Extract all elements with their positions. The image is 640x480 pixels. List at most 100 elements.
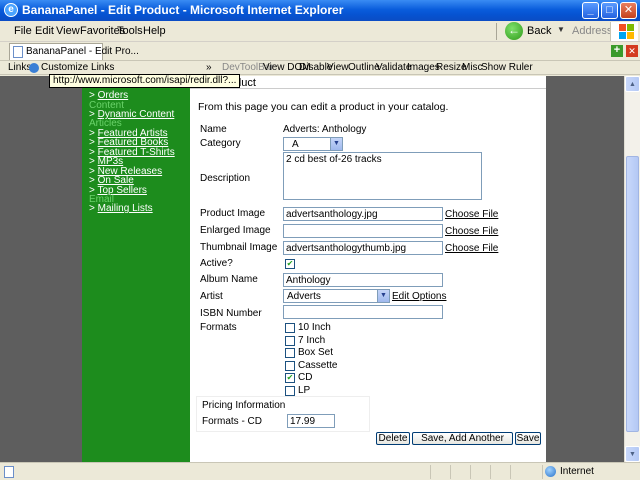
status-cell [450,465,468,479]
format-label: Box Set [298,347,334,358]
close-tab-button[interactable]: ✕ [626,45,638,57]
back-arrow-icon: ← [505,22,523,40]
devtoolbar-images[interactable]: Images [407,62,440,73]
category-select[interactable]: A ▼ [283,137,343,151]
page-icon [13,46,23,58]
pricing-title: Pricing Information [202,400,286,411]
format-label: LP [298,384,311,396]
devtoolbar-show-ruler[interactable]: Show Ruler [481,62,533,73]
category-selected: A [292,139,299,150]
format-label: 10 Inch [298,322,331,333]
enlarged-image-input[interactable] [283,224,443,238]
back-label: Back [527,25,552,37]
maximize-button[interactable]: □ [601,2,618,19]
thumbnail-image-choose-file[interactable]: Choose File [445,243,498,254]
devtoolbar-outline[interactable]: Outline [348,62,380,73]
customize-links-icon [29,63,39,73]
artist-selected: Adverts [287,291,321,302]
category-label: Category [200,138,241,149]
back-dropdown-icon[interactable]: ▼ [557,25,565,34]
active-checkbox[interactable]: ✔ [285,259,295,269]
title-bar: e BananaPanel - Edit Product - Microsoft… [0,0,640,21]
menu-view[interactable]: View [56,25,80,37]
sidebar-item[interactable]: > Mailing Lists [89,203,153,214]
format-checkbox[interactable] [285,385,295,396]
delete-button[interactable]: Delete [376,432,410,445]
ie-logo-icon: e [4,3,18,17]
enlarged-image-choose-file[interactable]: Choose File [445,226,498,237]
artist-label: Artist [200,291,223,302]
thumbnail-image-input[interactable] [283,241,443,255]
page-icon [4,466,14,478]
menu-edit[interactable]: Edit [35,25,54,37]
name-label: Name [200,124,227,135]
sidebar-link[interactable]: Mailing Lists [98,203,153,214]
product-image-label: Product Image [200,208,266,219]
product-image-input[interactable] [283,207,443,221]
edit-options-link[interactable]: Edit Options [392,291,446,302]
pricing-cd-input[interactable] [287,414,335,428]
status-cell [490,465,508,479]
admin-sidebar: > Categories> OrdersContent> Dynamic Con… [82,76,190,462]
customize-links[interactable]: Customize Links [41,62,114,73]
format-label: Cassette [298,359,338,371]
enlarged-image-label: Enlarged Image [200,225,271,236]
save-add-another-button[interactable]: Save, Add Another [412,432,513,445]
links-label: Links [8,62,32,73]
pricing-cd-label: Formats - CD [202,416,262,427]
back-button[interactable]: ← Back ▼ [505,22,565,41]
formats-label: Formats [200,322,237,333]
product-image-choose-file[interactable]: Choose File [445,209,498,220]
menu-file[interactable]: File [14,25,32,37]
format-checkbox[interactable] [285,323,295,333]
menu-help[interactable]: Help [143,25,166,37]
save-button[interactable]: Save [515,432,541,445]
album-name-input[interactable] [283,273,443,287]
pricing-box: Pricing Information Formats - CD [196,396,370,432]
artist-select[interactable]: Adverts ▼ [283,289,390,303]
thumbnail-image-label: Thumbnail Image [200,242,278,253]
format-checkbox[interactable] [285,348,295,358]
name-value: Adverts: Anthology [283,124,367,135]
menu-separator [496,23,497,40]
scroll-down-icon[interactable]: ▼ [625,446,640,462]
isbn-label: ISBN Number [200,308,262,319]
isbn-input[interactable] [283,305,443,319]
status-cell [510,465,540,479]
tab-edit-product[interactable]: BananaPanel - Edit Pro... [9,43,139,60]
format-checkbox[interactable] [285,360,295,371]
intro-text: From this page you can edit a product in… [198,101,449,113]
menu-bar: File Edit View Favorites Tools Help ← Ba… [0,21,640,42]
links-toolbar: Links Customize Links » DevToolBar View … [0,61,640,75]
globe-icon [545,466,556,477]
status-cell [430,465,448,479]
status-cell [470,465,488,479]
scroll-up-icon[interactable]: ▲ [625,76,640,92]
chevron-down-icon: ▼ [377,290,389,302]
toolbar-chevron[interactable]: » [206,62,212,73]
windows-logo-icon [610,22,638,41]
devtoolbar-misc[interactable]: Misc [462,62,483,73]
format-checkbox[interactable]: ✔ [285,373,295,383]
chevron-down-icon: ▼ [330,138,342,150]
link-tooltip: http://www.microsoft.com/isapi/redir.dll… [49,74,241,88]
minimize-button[interactable]: _ [582,2,599,19]
header-divider [190,88,546,89]
edit-product-form: Edit Product From this page you can edit… [190,76,546,462]
scroll-thumb[interactable] [626,156,639,432]
description-label: Description [200,173,251,184]
page-viewport: > Categories> OrdersContent> Dynamic Con… [0,76,624,462]
new-tab-button[interactable]: + [611,45,623,57]
description-textarea[interactable]: 2 cd best of-26 tracks [283,152,482,200]
close-button[interactable]: ✕ [620,2,637,19]
tab-bar: BananaPanel - Edit Pro... + ✕ [0,42,640,61]
active-label: Active? [200,258,233,269]
window-title: BananaPanel - Edit Product - Microsoft I… [22,3,344,17]
format-checkbox[interactable] [285,335,295,346]
security-zone: Internet [560,466,594,477]
devtoolbar-view[interactable]: View [327,62,349,73]
menu-tools[interactable]: Tools [117,25,143,37]
vertical-scrollbar[interactable]: ▲ ▼ [624,76,640,462]
status-bar: Internet [0,462,640,480]
format-label: 7 Inch [298,334,326,346]
